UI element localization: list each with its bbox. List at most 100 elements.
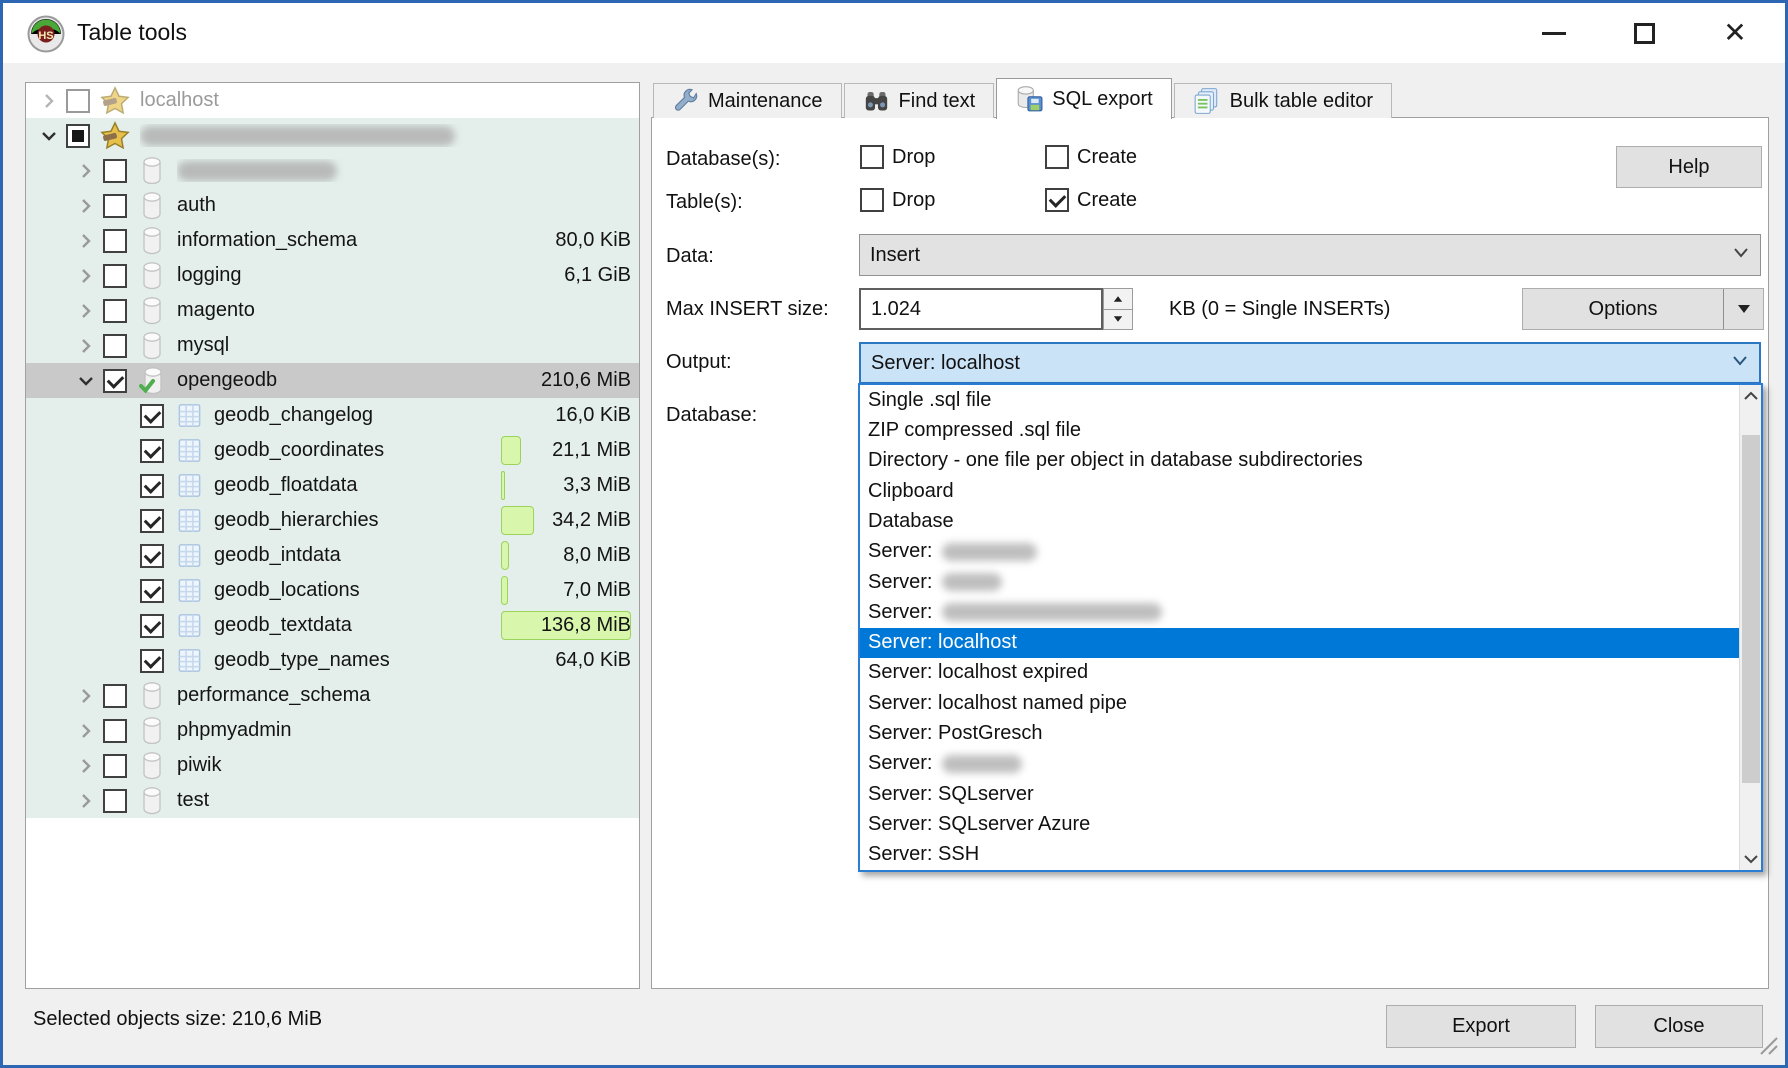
tables-drop-checkbox[interactable]: Drop [860, 188, 935, 212]
collapsed-chevron-icon[interactable] [75, 230, 97, 252]
dropdown-item[interactable]: Server: [860, 537, 1761, 567]
scrollbar-thumb[interactable] [1742, 435, 1760, 783]
databases-drop-checkbox[interactable]: Drop [860, 145, 935, 169]
output-combobox[interactable]: Server: localhost [859, 342, 1761, 384]
collapsed-chevron-icon[interactable] [75, 195, 97, 217]
tree-checkbox[interactable] [140, 579, 164, 603]
expanded-chevron-icon[interactable] [75, 370, 97, 392]
dropdown-item[interactable]: Server: [860, 567, 1761, 597]
options-dropdown-arrow[interactable] [1723, 289, 1763, 329]
tab-maintenance[interactable]: Maintenance [653, 83, 842, 118]
dropdown-item[interactable]: Server: [860, 597, 1761, 627]
tree-row[interactable]: geodb_textdata136,8 MiB [26, 608, 639, 643]
tree-row[interactable]: logging6,1 GiB [26, 258, 639, 293]
tree-checkbox[interactable] [140, 614, 164, 638]
tree-expander[interactable] [32, 118, 66, 153]
dropdown-item[interactable]: Single .sql file [860, 385, 1761, 415]
tree-row[interactable]: geodb_intdata8,0 MiB [26, 538, 639, 573]
export-button[interactable]: Export [1386, 1005, 1576, 1048]
tab-bulk-table-editor[interactable]: Bulk table editor [1174, 83, 1392, 118]
tree-checkbox[interactable] [103, 334, 127, 358]
collapsed-chevron-icon[interactable] [75, 720, 97, 742]
tree-row[interactable]: phpmyadmin [26, 713, 639, 748]
dropdown-item[interactable]: Server: SQLserver [860, 779, 1761, 809]
databases-create-checkbox[interactable]: Create [1045, 145, 1137, 169]
tree-expander[interactable] [69, 223, 103, 258]
tree-row[interactable]: magento [26, 293, 639, 328]
tab-find-text[interactable]: Find text [844, 83, 995, 118]
tree-expander[interactable] [69, 328, 103, 363]
help-button[interactable]: Help [1616, 146, 1762, 188]
tree-row[interactable]: information_schema80,0 KiB [26, 223, 639, 258]
tree-checkbox[interactable] [103, 264, 127, 288]
tree-row[interactable] [26, 118, 639, 153]
tree-row[interactable]: geodb_floatdata3,3 MiB [26, 468, 639, 503]
resize-grip[interactable] [1753, 1030, 1779, 1061]
data-combobox[interactable]: Insert [859, 234, 1761, 276]
tree-checkbox[interactable] [140, 649, 164, 673]
tree-expander[interactable] [69, 153, 103, 188]
scroll-up-icon[interactable] [1740, 385, 1761, 407]
object-tree[interactable]: localhost auth information_schema80,0 Ki… [25, 82, 640, 989]
dropdown-item[interactable]: Server: localhost [860, 628, 1761, 658]
dropdown-item[interactable]: Directory - one file per object in datab… [860, 446, 1761, 476]
tree-expander[interactable] [32, 83, 66, 118]
tree-row[interactable]: opengeodb210,6 MiB [26, 363, 639, 398]
tree-checkbox[interactable] [66, 124, 90, 148]
close-button[interactable]: ✕ [1710, 13, 1760, 53]
dropdown-item[interactable]: Database [860, 506, 1761, 536]
checkbox[interactable] [860, 188, 884, 212]
close-dialog-button[interactable]: Close [1595, 1005, 1763, 1048]
tree-expander[interactable] [69, 783, 103, 818]
tree-row[interactable]: geodb_hierarchies34,2 MiB [26, 503, 639, 538]
collapsed-chevron-icon[interactable] [75, 790, 97, 812]
tree-checkbox[interactable] [103, 369, 127, 393]
tree-checkbox[interactable] [66, 89, 90, 113]
collapsed-chevron-icon[interactable] [75, 300, 97, 322]
dropdown-scrollbar[interactable] [1739, 385, 1761, 870]
tree-row[interactable]: mysql [26, 328, 639, 363]
tables-create-checkbox[interactable]: Create [1045, 188, 1137, 212]
tree-row[interactable] [26, 153, 639, 188]
spin-down-button[interactable] [1103, 309, 1133, 331]
checkbox[interactable] [1045, 188, 1069, 212]
tree-checkbox[interactable] [103, 684, 127, 708]
tree-checkbox[interactable] [103, 194, 127, 218]
scroll-down-icon[interactable] [1740, 848, 1761, 870]
checkbox[interactable] [860, 145, 884, 169]
tree-expander[interactable] [69, 748, 103, 783]
tree-expander[interactable] [69, 363, 103, 398]
dropdown-item[interactable]: Server: localhost named pipe [860, 688, 1761, 718]
dropdown-item[interactable]: Server: PostGresch [860, 718, 1761, 748]
collapsed-chevron-icon[interactable] [75, 160, 97, 182]
tree-checkbox[interactable] [103, 789, 127, 813]
tree-row[interactable]: geodb_coordinates21,1 MiB [26, 433, 639, 468]
tree-expander[interactable] [69, 188, 103, 223]
collapsed-chevron-icon[interactable] [75, 335, 97, 357]
tree-checkbox[interactable] [103, 754, 127, 778]
tree-checkbox[interactable] [140, 544, 164, 568]
expanded-chevron-icon[interactable] [38, 125, 60, 147]
tree-row[interactable]: piwik [26, 748, 639, 783]
tree-row[interactable]: geodb_type_names64,0 KiB [26, 643, 639, 678]
tree-checkbox[interactable] [103, 229, 127, 253]
dropdown-item[interactable]: Server: localhost expired [860, 658, 1761, 688]
minimize-button[interactable] [1529, 13, 1579, 53]
maximize-button[interactable] [1619, 13, 1669, 53]
tree-expander[interactable] [69, 258, 103, 293]
dropdown-item[interactable]: Server: SSH [860, 840, 1761, 870]
dropdown-item[interactable]: Server: SQLserver Azure [860, 809, 1761, 839]
collapsed-chevron-icon[interactable] [75, 755, 97, 777]
dropdown-item[interactable]: Clipboard [860, 476, 1761, 506]
dropdown-item[interactable]: ZIP compressed .sql file [860, 415, 1761, 445]
tree-checkbox[interactable] [103, 299, 127, 323]
tree-row[interactable]: test [26, 783, 639, 818]
tree-checkbox[interactable] [140, 474, 164, 498]
tree-expander[interactable] [69, 293, 103, 328]
options-button[interactable]: Options [1522, 288, 1764, 330]
tree-checkbox[interactable] [103, 159, 127, 183]
tree-expander[interactable] [69, 678, 103, 713]
dropdown-item[interactable]: Server: [860, 749, 1761, 779]
tree-row[interactable]: geodb_locations7,0 MiB [26, 573, 639, 608]
tree-checkbox[interactable] [140, 509, 164, 533]
